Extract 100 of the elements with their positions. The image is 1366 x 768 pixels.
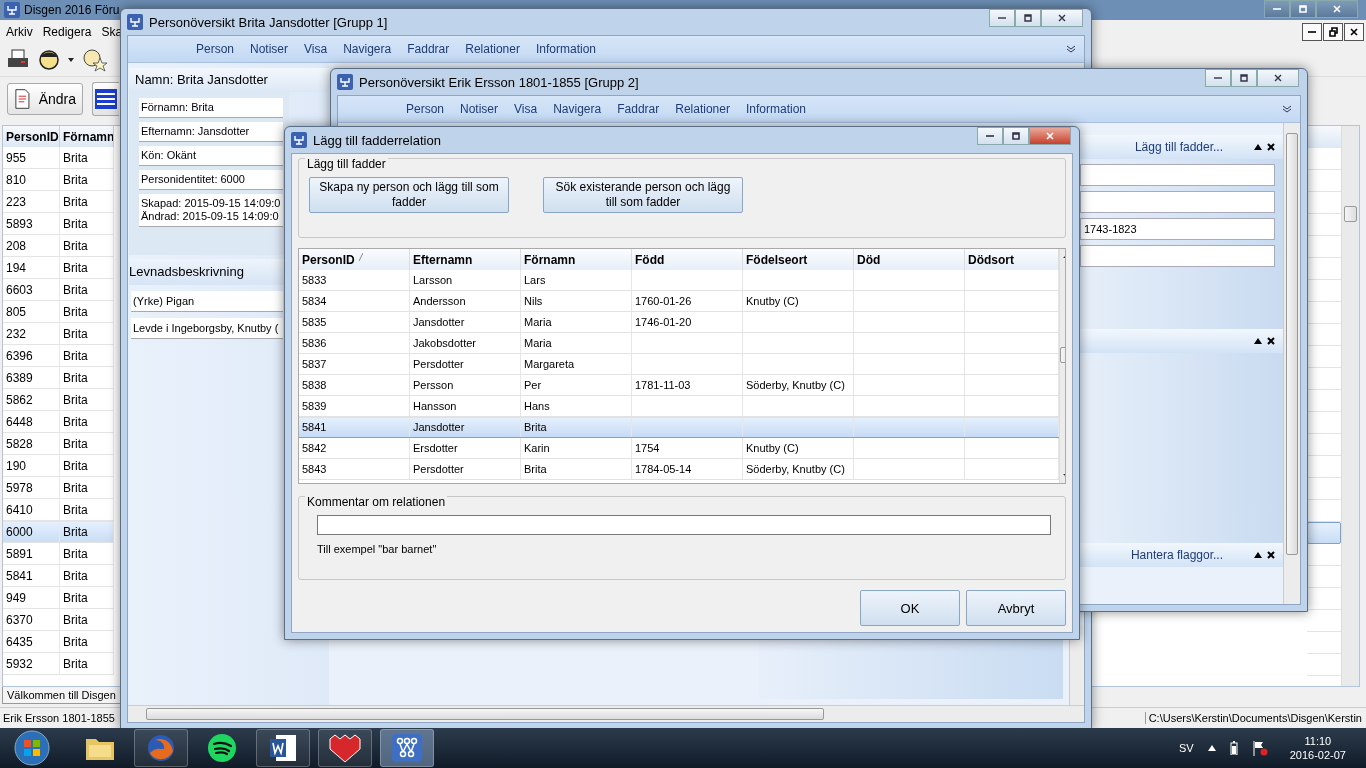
column-header[interactable]: PersonID xyxy=(3,126,60,147)
table-row[interactable]: 6389 Brita xyxy=(3,366,114,389)
close-icon[interactable] xyxy=(1267,143,1275,151)
scroll-thumb[interactable] xyxy=(146,708,824,720)
table-row[interactable]: 5842 Ersdotter Karin 1754 Knutby (C) xyxy=(299,437,1059,459)
menu-item[interactable]: Information xyxy=(737,102,814,116)
table-row[interactable]: 5891 Brita xyxy=(3,542,114,565)
clock-date[interactable]: 2016-02-07 xyxy=(1289,749,1346,761)
sound-waves-icon[interactable] xyxy=(207,733,237,763)
menu-item[interactable]: Visa xyxy=(296,42,336,56)
table-row[interactable]: 5833 Larsson Lars xyxy=(299,270,1059,291)
language-indicator[interactable]: SV xyxy=(1179,742,1194,754)
menu-item[interactable]: Person xyxy=(398,102,453,116)
table-row[interactable]: 208 Brita xyxy=(3,234,114,257)
comment-field[interactable] xyxy=(317,515,1051,535)
restore-button[interactable] xyxy=(1323,23,1343,41)
minimize-button[interactable] xyxy=(1302,23,1322,41)
collapse-icon[interactable] xyxy=(1254,144,1262,150)
caret-icon[interactable] xyxy=(68,57,74,63)
table-row[interactable]: 5932 Brita xyxy=(3,652,114,675)
maximize-button[interactable] xyxy=(1290,0,1316,18)
face-star-icon[interactable] xyxy=(82,48,108,72)
menu-item[interactable]: Relationer xyxy=(667,102,738,116)
panel-title[interactable]: Lägg till fadder... xyxy=(1134,140,1223,154)
collapse-icon[interactable] xyxy=(1254,338,1262,344)
table-row[interactable]: 223 Brita xyxy=(3,190,114,213)
menu-item[interactable]: Navigera xyxy=(335,42,400,56)
scroll-thumb[interactable] xyxy=(1344,206,1357,222)
column-header[interactable]: PersonID xyxy=(299,249,410,270)
create-person-button[interactable]: Skapa ny person och lägg till som fadder xyxy=(309,177,509,213)
table-row[interactable]: 194 Brita xyxy=(3,256,114,279)
table-row[interactable]: 6603 Brita xyxy=(3,278,114,301)
column-header[interactable]: Född xyxy=(631,249,743,270)
menu-item[interactable]: Faddrar xyxy=(399,42,458,56)
table-row[interactable]: 5862 Brita xyxy=(3,388,114,411)
table-row[interactable]: 5828 Brita xyxy=(3,432,114,455)
minimize-button[interactable] xyxy=(977,127,1003,145)
table-row[interactable]: 5838 Persson Per 1781-11-03 Söderby, Knutby (C) xyxy=(299,374,1059,396)
scrollbar[interactable] xyxy=(1283,123,1300,604)
search-person-button[interactable]: Sök existerande person och lägg till som fadder xyxy=(543,177,743,213)
scroll-thumb[interactable] xyxy=(1286,133,1298,555)
clock-time[interactable]: 11:10 xyxy=(1304,735,1332,747)
input-field[interactable] xyxy=(1080,164,1275,186)
table-row[interactable]: 5841 Brita xyxy=(3,564,114,587)
maximize-button[interactable] xyxy=(1015,9,1041,27)
table-row[interactable]: 6448 Brita xyxy=(3,410,114,433)
collapse-icon[interactable] xyxy=(1254,552,1262,558)
scrollbar[interactable] xyxy=(1341,126,1359,686)
maximize-button[interactable] xyxy=(1003,127,1029,145)
table-row[interactable]: 6370 Brita xyxy=(3,608,114,631)
menu-item[interactable]: Redigera xyxy=(42,25,92,39)
table-row[interactable]: 5839 Hansson Hans xyxy=(299,395,1059,417)
globe-fox-icon[interactable] xyxy=(146,733,176,763)
menu-item[interactable]: Navigera xyxy=(545,102,610,116)
column-header[interactable]: Födelseort xyxy=(742,249,854,270)
table-row[interactable]: 6000 Brita xyxy=(3,520,114,543)
chevron-icon[interactable] xyxy=(1282,105,1292,113)
column-header[interactable]: Död xyxy=(853,249,965,270)
menu-item[interactable]: Faddrar xyxy=(609,102,668,116)
menu-item[interactable]: Notiser xyxy=(242,42,297,56)
edit-button[interactable]: Ändra xyxy=(7,83,83,115)
battery-icon[interactable] xyxy=(1229,741,1238,755)
close-icon[interactable] xyxy=(1267,337,1275,345)
table-row[interactable]: 6435 Brita xyxy=(3,630,114,653)
table-row[interactable]: 232 Brita xyxy=(3,322,114,345)
table-row[interactable]: 955 Brita xyxy=(3,147,114,169)
table-row[interactable]: 5836 Jakobsdotter Maria xyxy=(299,332,1059,354)
start-button[interactable] xyxy=(12,728,52,768)
column-header[interactable]: Efternamn xyxy=(409,249,521,270)
table-row[interactable]: 6396 Brita xyxy=(3,344,114,367)
scrollbar[interactable] xyxy=(128,705,1084,722)
table-row[interactable]: 805 Brita xyxy=(3,300,114,323)
network-icon[interactable] xyxy=(392,734,422,762)
menu-item[interactable]: Arkiv xyxy=(6,25,33,39)
caret-up-icon[interactable] xyxy=(1207,745,1216,751)
menu-item[interactable]: Relationer xyxy=(457,42,528,56)
tab[interactable]: Välkommen till Disgen xyxy=(2,687,121,704)
menu-item[interactable]: Information xyxy=(527,42,604,56)
table-row[interactable]: 5843 Persdotter Brita 1784-05-14 Söderby, Knutby (C) xyxy=(299,458,1059,480)
column-header[interactable]: Dödsort xyxy=(964,249,1059,270)
input-field[interactable] xyxy=(1080,191,1275,213)
table-row[interactable]: 6410 Brita xyxy=(3,498,114,521)
table-row[interactable]: 5834 Andersson Nils 1760-01-26 Knutby (C) xyxy=(299,290,1059,312)
cancel-button[interactable]: Avbryt xyxy=(966,590,1066,626)
table-row[interactable]: 5837 Persdotter Margareta xyxy=(299,353,1059,375)
face-icon[interactable] xyxy=(38,49,60,71)
column-header[interactable]: Förnamn xyxy=(520,249,632,270)
maximize-button[interactable] xyxy=(1231,69,1257,87)
table-row[interactable]: 5841 Jansdotter Brita xyxy=(299,416,1059,438)
input-field[interactable] xyxy=(1080,245,1275,267)
table-row[interactable]: 949 Brita xyxy=(3,586,114,609)
close-button[interactable] xyxy=(1344,23,1364,41)
close-icon[interactable] xyxy=(1267,551,1275,559)
ok-button[interactable]: OK xyxy=(860,590,960,626)
panel-title[interactable]: Hantera flaggor... xyxy=(1130,548,1223,562)
menu-item[interactable]: Visa xyxy=(506,102,546,116)
table-row[interactable]: 5835 Jansdotter Maria 1746-01-20 xyxy=(299,311,1059,333)
list-button[interactable] xyxy=(92,82,119,116)
chevron-icon[interactable] xyxy=(1066,45,1076,53)
table-row[interactable]: 810 Brita xyxy=(3,168,114,191)
